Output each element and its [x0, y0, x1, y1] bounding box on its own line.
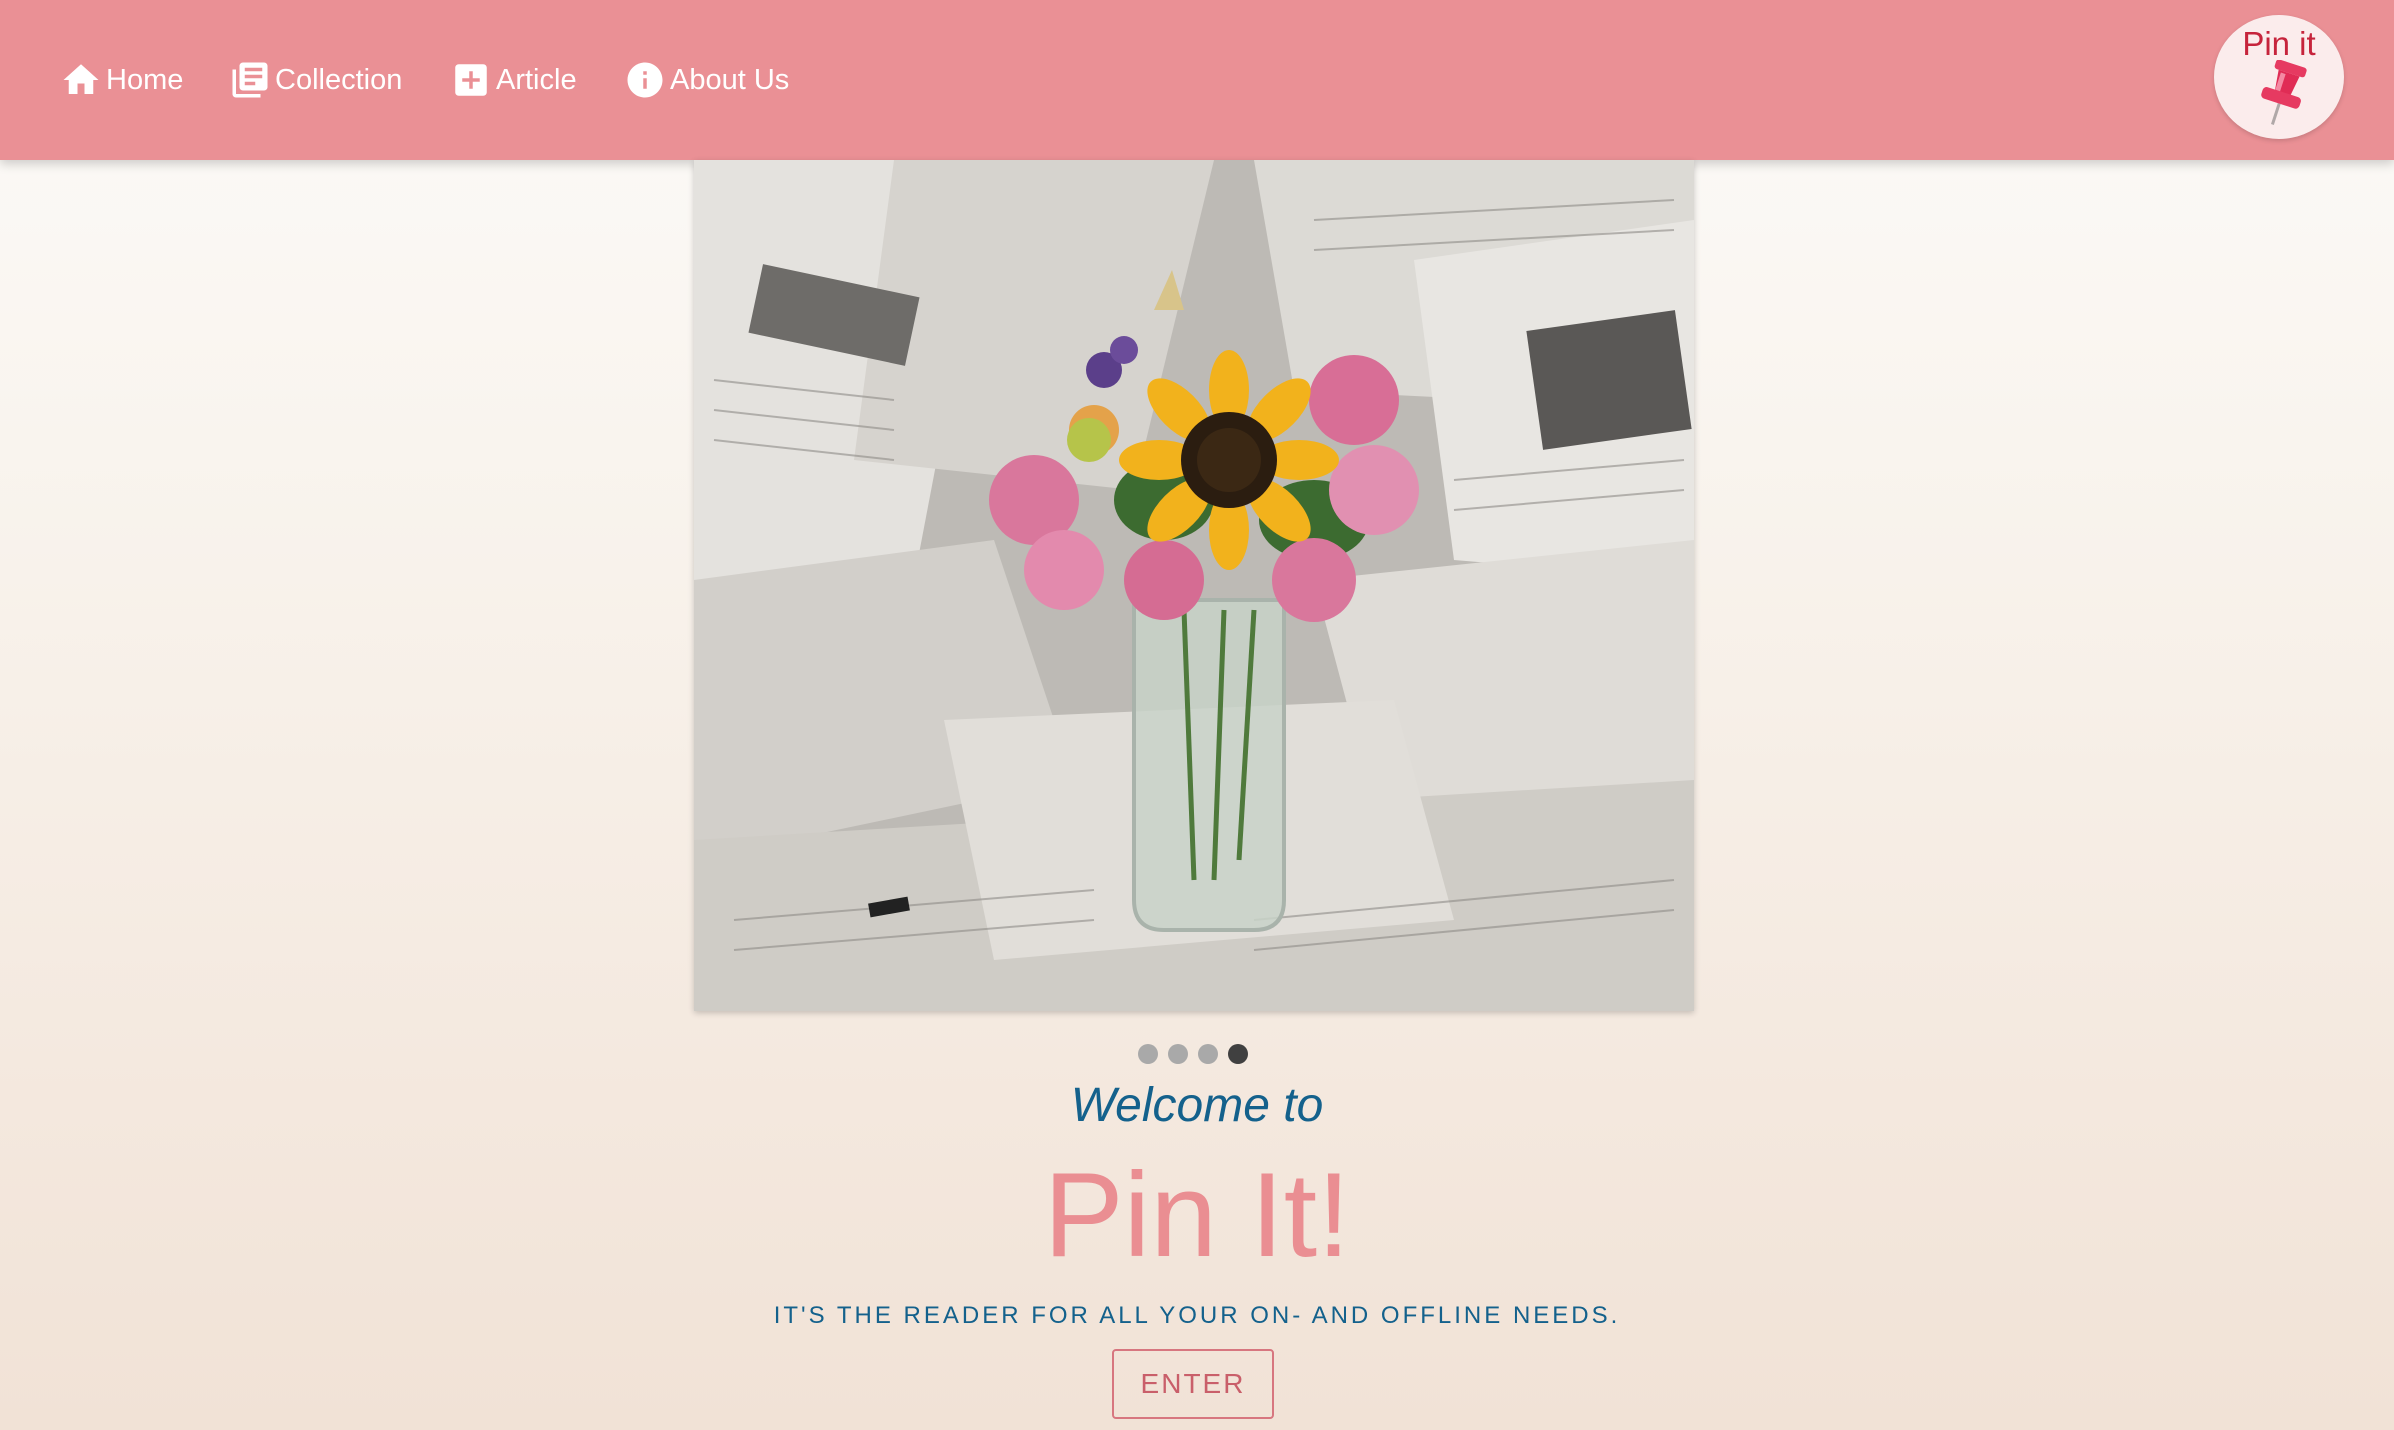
nav-home[interactable]: Home — [60, 52, 183, 108]
pin-it-logo[interactable]: Pin it — [2214, 15, 2344, 139]
nav-article-label: Article — [496, 63, 577, 96]
carousel-dot-4[interactable] — [1228, 1044, 1248, 1064]
nav-collection-label: Collection — [275, 63, 403, 96]
add-box-icon — [455, 64, 487, 96]
enter-button[interactable]: ENTER — [1112, 1349, 1274, 1419]
carousel-dot-1[interactable] — [1138, 1044, 1158, 1064]
page-title: Pin It! — [1043, 1148, 1351, 1282]
flowers-on-newspaper-image — [694, 160, 1694, 1011]
carousel-indicators — [1138, 1044, 1248, 1064]
nav-about-label: About Us — [670, 63, 790, 96]
info-icon — [627, 62, 663, 98]
navbar: Home Collection Article About Us Pin it — [0, 0, 2394, 160]
nav-collection[interactable]: Collection — [229, 52, 402, 108]
nav-article[interactable]: Article — [450, 52, 577, 108]
nav-home-label: Home — [106, 63, 184, 96]
carousel-dot-3[interactable] — [1198, 1044, 1218, 1064]
welcome-text: Welcome to — [1070, 1079, 1324, 1132]
tagline: IT'S THE READER FOR ALL YOUR ON- AND OFF… — [773, 1302, 1621, 1329]
collection-icon — [232, 62, 268, 98]
logo-text: Pin it — [2242, 25, 2316, 62]
hero-carousel[interactable] — [694, 160, 1694, 1011]
carousel-dot-2[interactable] — [1168, 1044, 1188, 1064]
nav-about[interactable]: About Us — [624, 52, 789, 108]
home-icon — [63, 64, 99, 94]
pushpin-icon — [2261, 60, 2307, 125]
